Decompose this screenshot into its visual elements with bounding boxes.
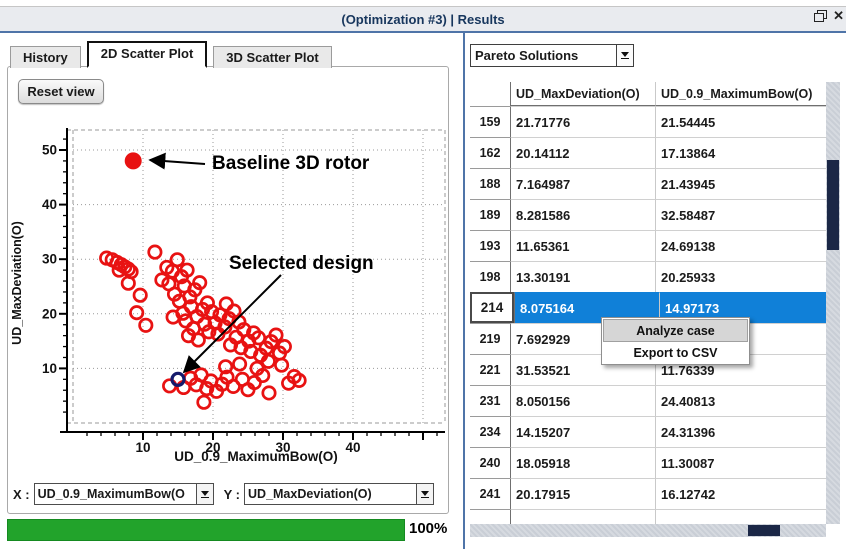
y-selector-label: Y :: [223, 486, 241, 502]
tab-2d-scatter-plot[interactable]: 2D Scatter Plot: [86, 41, 208, 68]
x-selector-label: X :: [13, 486, 30, 502]
close-icon[interactable]: ✕: [833, 9, 844, 22]
panel-divider: [463, 33, 465, 549]
table-row[interactable]: 189 8.281586 32.58487: [470, 199, 826, 230]
chevron-down-icon[interactable]: [616, 45, 633, 66]
tab-bar: History 2D Scatter Plot 3D Scatter Plot: [10, 41, 338, 68]
axis-selectors: X : UD_0.9_MaximumBow(O Y : UD_MaxDeviat…: [13, 483, 435, 505]
row-id[interactable]: 189: [470, 199, 510, 230]
cell-maximumbow[interactable]: 17.13864: [655, 137, 826, 168]
cell-maximumbow[interactable]: 20.25933: [655, 261, 826, 292]
window-titlebar: (Optimization #3) | Results: [0, 6, 846, 32]
row-id[interactable]: 198: [470, 261, 510, 292]
table-row[interactable]: 193 11.65361 24.69138: [470, 230, 826, 261]
x-variable-select[interactable]: UD_0.9_MaximumBow(O: [33, 483, 214, 505]
row-id[interactable]: 231: [470, 385, 510, 416]
context-menu: Analyze case Export to CSV: [601, 317, 750, 365]
cell-maximumbow[interactable]: 24.69138: [655, 230, 826, 261]
row-id[interactable]: 241: [470, 478, 510, 509]
scatter-panel: [7, 66, 449, 514]
progress-bar: [7, 519, 405, 541]
chevron-down-icon[interactable]: [195, 484, 213, 504]
column-header-maxdeviation[interactable]: UD_MaxDeviation(O): [510, 82, 655, 106]
row-id[interactable]: 193: [470, 230, 510, 261]
table-row[interactable]: 198 13.30191 20.25933: [470, 261, 826, 292]
cell-maxdeviation[interactable]: 20.17915: [510, 478, 655, 509]
solutions-filter-select[interactable]: Pareto Solutions: [470, 44, 634, 67]
table-corner: [470, 82, 510, 106]
window-title: (Optimization #3) | Results: [341, 12, 505, 27]
cell-maxdeviation[interactable]: 18.05918: [510, 447, 655, 478]
table-row[interactable]: 241 20.17915 16.12742: [470, 478, 826, 509]
horizontal-scrollbar-thumb[interactable]: [748, 525, 780, 536]
progress-percent: 100%: [409, 520, 448, 537]
row-id[interactable]: 214: [470, 292, 514, 323]
table-body: 159 21.71776 21.54445 162 20.14112 17.13864 18…: [470, 106, 826, 524]
titlebar-accent-line: [0, 31, 846, 33]
chevron-down-icon[interactable]: [416, 484, 434, 504]
cell-maximumbow[interactable]: 21.54445: [655, 106, 826, 137]
column-header-maximumbow[interactable]: UD_0.9_MaximumBow(O): [655, 82, 826, 106]
cell-maximumbow[interactable]: 24.40813: [655, 385, 826, 416]
cell-maxdeviation[interactable]: 13.30191: [510, 261, 655, 292]
horizontal-scrollbar[interactable]: [470, 524, 826, 537]
row-id[interactable]: 234: [470, 416, 510, 447]
vertical-scrollbar-thumb[interactable]: [827, 160, 839, 250]
row-id[interactable]: 219: [470, 323, 510, 354]
reset-view-button[interactable]: Reset view: [18, 79, 104, 104]
tab-history[interactable]: History: [10, 46, 81, 68]
cell-maxdeviation[interactable]: 20.14112: [510, 137, 655, 168]
table-row[interactable]: 231 8.050156 24.40813: [470, 385, 826, 416]
menu-item-analyze-case[interactable]: Analyze case: [603, 319, 748, 342]
row-id[interactable]: 240: [470, 447, 510, 478]
cell-maxdeviation[interactable]: 7.164987: [510, 168, 655, 199]
cell-maxdeviation[interactable]: 14.15207: [510, 416, 655, 447]
pareto-table: UD_MaxDeviation(O) UD_0.9_MaximumBow(O) …: [470, 82, 826, 524]
cell-maximumbow[interactable]: 32.58487: [655, 199, 826, 230]
table-row[interactable]: 240 18.05918 11.30087: [470, 447, 826, 478]
menu-item-export-to-csv[interactable]: Export to CSV: [603, 342, 748, 363]
table-row[interactable]: 188 7.164987 21.43945: [470, 168, 826, 199]
row-id[interactable]: 188: [470, 168, 510, 199]
cell-maxdeviation[interactable]: 8.050156: [510, 385, 655, 416]
row-id[interactable]: 221: [470, 354, 510, 385]
row-id[interactable]: 159: [470, 106, 510, 137]
cell-maxdeviation[interactable]: 21.71776: [510, 106, 655, 137]
table-row[interactable]: 159 21.71776 21.54445: [470, 106, 826, 137]
table-row[interactable]: 162 20.14112 17.13864: [470, 137, 826, 168]
cell-maxdeviation[interactable]: 8.281586: [510, 199, 655, 230]
vertical-scrollbar[interactable]: [826, 82, 840, 524]
table-header-row: UD_MaxDeviation(O) UD_0.9_MaximumBow(O): [470, 82, 826, 106]
cell-maximumbow[interactable]: 21.43945: [655, 168, 826, 199]
row-id[interactable]: 162: [470, 137, 510, 168]
y-variable-select[interactable]: UD_MaxDeviation(O): [244, 483, 435, 505]
tab-3d-scatter-plot[interactable]: 3D Scatter Plot: [213, 46, 332, 68]
cell-maximumbow[interactable]: 24.31396: [655, 416, 826, 447]
table-row[interactable]: 234 14.15207 24.31396: [470, 416, 826, 447]
cell-maximumbow[interactable]: 16.12742: [655, 478, 826, 509]
table-row-empty: [470, 509, 826, 524]
cell-maxdeviation[interactable]: 11.65361: [510, 230, 655, 261]
float-window-icon[interactable]: [814, 10, 828, 22]
cell-maximumbow[interactable]: 11.30087: [655, 447, 826, 478]
